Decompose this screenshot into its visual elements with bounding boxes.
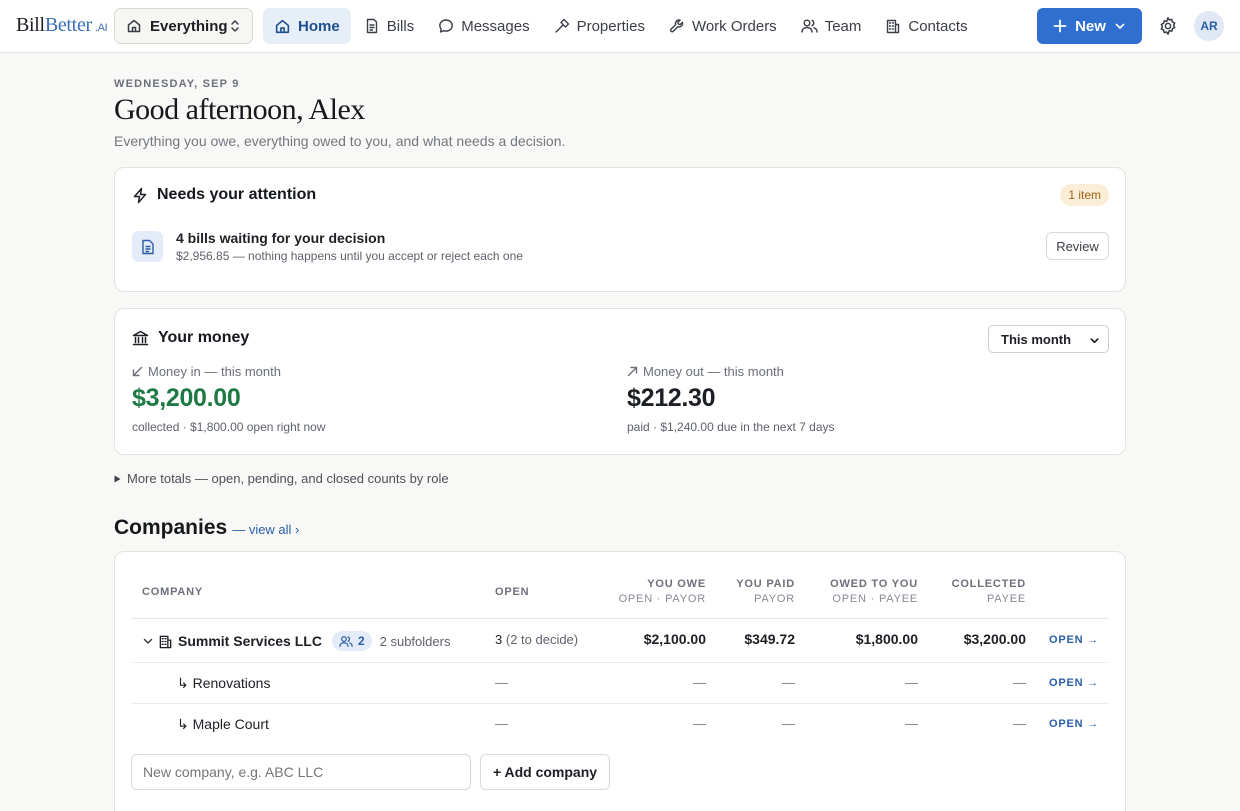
- owed-to-you-value: $1,800.00: [855, 631, 918, 647]
- col-open: OPEN: [495, 586, 530, 598]
- more-totals-toggle[interactable]: More totals — open, pending, and closed …: [114, 471, 449, 486]
- money-title: Your money: [132, 329, 249, 347]
- chevron-updown-icon: [230, 18, 240, 34]
- open-subfolder-link[interactable]: OPEN →: [1049, 718, 1099, 730]
- scope-label: Everything: [150, 17, 228, 35]
- nav-properties[interactable]: Properties: [543, 8, 656, 44]
- money-out: Money out — this month $212.30 paid · $1…: [627, 364, 835, 434]
- nav-bills[interactable]: Bills: [353, 8, 426, 44]
- avatar[interactable]: AR: [1194, 11, 1224, 41]
- period-select[interactable]: This month: [988, 325, 1109, 353]
- document-icon: [364, 18, 380, 34]
- chat-icon: [438, 18, 454, 34]
- money-out-note: paid · $1,240.00 due in the next 7 days: [627, 420, 835, 434]
- date-label: WEDNESDAY, SEP 9: [114, 78, 240, 90]
- bank-icon: [132, 330, 149, 346]
- attention-title: Needs your attention: [132, 186, 316, 204]
- you-paid-value: $349.72: [744, 631, 795, 647]
- plus-icon: [1053, 19, 1067, 33]
- company-name[interactable]: Summit Services LLC: [178, 633, 322, 649]
- table-row[interactable]: ↳ Maple Court — — — — — OPEN →: [131, 704, 1109, 745]
- document-icon: [141, 239, 155, 255]
- open-count: 3 (2 to decide): [495, 632, 579, 647]
- nav-messages[interactable]: Messages: [427, 8, 540, 44]
- hammer-icon: [554, 18, 570, 34]
- subfolder-name[interactable]: ↳ Maple Court: [177, 716, 269, 733]
- brand-logo[interactable]: BillBetter .AI: [16, 14, 108, 37]
- nav-home[interactable]: Home: [263, 8, 351, 44]
- money-in-amount: $3,200.00: [132, 384, 241, 412]
- money-in: Money in — this month $3,200.00 collecte…: [132, 364, 326, 434]
- col-you-paid: YOU PAID PAYOR: [736, 578, 795, 605]
- members-badge: 2: [331, 631, 372, 651]
- building-icon: [885, 18, 901, 34]
- nav-contacts[interactable]: Contacts: [874, 8, 978, 44]
- page-subtitle: Everything you owe, everything owed to y…: [114, 133, 566, 149]
- home-icon: [126, 18, 142, 34]
- attention-count-badge: 1 item: [1060, 184, 1109, 206]
- page-title: Good afternoon, Alex: [114, 93, 365, 126]
- users-icon: [339, 635, 353, 648]
- scope-selector[interactable]: Everything: [114, 8, 253, 44]
- view-all-link[interactable]: — view all ›: [232, 522, 299, 537]
- col-owed-to-you: OWED TO YOU OPEN · PAYEE: [830, 578, 918, 605]
- col-collected: COLLECTED PAYEE: [951, 578, 1026, 605]
- bill-tile: [132, 231, 163, 262]
- top-nav: BillBetter .AI Everything Home Bills Mess…: [0, 0, 1240, 53]
- new-button[interactable]: New: [1037, 8, 1142, 44]
- arrow-up-right-icon: [627, 366, 638, 377]
- companies-title: Companies: [114, 516, 228, 539]
- settings-button[interactable]: [1158, 16, 1178, 36]
- you-owe-value: $2,100.00: [643, 631, 706, 647]
- nav-tabs: Home Bills Messages Properties Work Orde…: [263, 8, 981, 44]
- money-out-amount: $212.30: [627, 384, 716, 412]
- lightning-icon: [132, 187, 148, 204]
- gear-icon: [1158, 16, 1178, 36]
- review-button[interactable]: Review: [1046, 232, 1109, 260]
- wrench-icon: [669, 18, 685, 34]
- money-card: Your money This month Money in — this mo…: [114, 308, 1126, 455]
- attention-item-title: 4 bills waiting for your decision: [176, 230, 386, 246]
- home-icon: [274, 18, 291, 35]
- companies-card: COMPANY OPEN YOU OWE OPEN · PAYOR YOU PA…: [114, 551, 1126, 811]
- col-you-owe: YOU OWE OPEN · PAYOR: [618, 578, 706, 605]
- collected-value: $3,200.00: [963, 631, 1026, 647]
- table-row[interactable]: ↳ Renovations — — — — — OPEN →: [131, 663, 1109, 704]
- chevron-down-icon: [1114, 20, 1126, 32]
- new-company-input[interactable]: [131, 754, 471, 790]
- attention-card: Needs your attention 1 item 4 bills wait…: [114, 167, 1126, 292]
- users-icon: [800, 18, 818, 34]
- building-icon: [158, 634, 173, 649]
- open-subfolder-link[interactable]: OPEN →: [1049, 677, 1099, 689]
- arrow-down-left-icon: [132, 366, 143, 377]
- subfolders-label: 2 subfolders: [379, 633, 451, 649]
- nav-work-orders[interactable]: Work Orders: [658, 8, 788, 44]
- companies-header: Companies — view all ›: [114, 516, 299, 540]
- attention-item-subtitle: $2,956.85 — nothing happens until you ac…: [176, 249, 523, 263]
- col-company: COMPANY: [142, 586, 204, 598]
- chevron-down-icon[interactable]: [142, 635, 154, 647]
- companies-table-header: COMPANY OPEN YOU OWE OPEN · PAYOR YOU PA…: [131, 570, 1109, 619]
- table-row[interactable]: Summit Services LLC 2 2 subfolders 3 (2 …: [131, 619, 1109, 663]
- subfolder-name[interactable]: ↳ Renovations: [177, 675, 270, 692]
- nav-team[interactable]: Team: [790, 8, 873, 44]
- open-company-link[interactable]: OPEN →: [1049, 634, 1099, 646]
- add-company-button[interactable]: + Add company: [480, 754, 610, 790]
- triangle-right-icon: [114, 475, 121, 483]
- money-in-note: collected · $1,800.00 open right now: [132, 420, 326, 434]
- chevron-down-icon: [1089, 335, 1100, 346]
